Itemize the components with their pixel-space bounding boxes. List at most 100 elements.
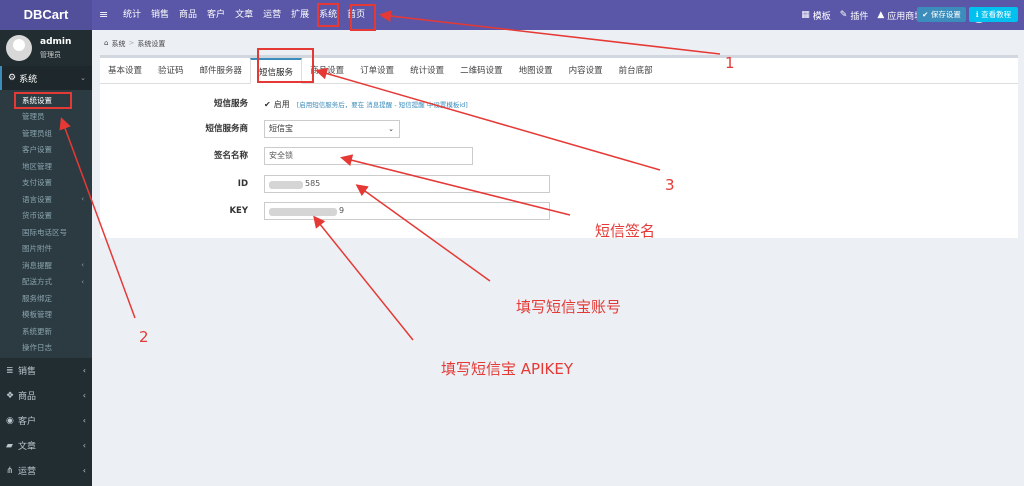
- breadcrumb-separator: >: [128, 39, 135, 47]
- chevron-left-icon: ‹: [82, 466, 86, 475]
- sidebar-subitem[interactable]: 操作日志: [0, 340, 92, 357]
- sidebar-subitem-label: 管理员组: [22, 128, 52, 138]
- plugins-link[interactable]: ✎ 插件: [840, 9, 869, 22]
- sidebar-subitem[interactable]: 系统设置: [0, 92, 92, 109]
- enable-label: 启用: [273, 99, 290, 109]
- id-input[interactable]: 585: [264, 175, 550, 193]
- user-name: admin: [40, 37, 72, 47]
- signature-value: 安全锁: [269, 151, 293, 160]
- sidebar-subitem[interactable]: 地区管理: [0, 158, 92, 175]
- topnav-item-sales[interactable]: 销售: [146, 0, 174, 30]
- provider-select[interactable]: 短信宝 ⌄: [264, 120, 400, 138]
- breadcrumb-home[interactable]: 系统: [111, 39, 125, 49]
- sidebar-subitem[interactable]: 消息提醒 ‹: [0, 257, 92, 274]
- help-button[interactable]: ℹ 查看教程: [969, 7, 1018, 22]
- topnav-item-extensions[interactable]: 扩展: [286, 0, 314, 30]
- sidebar-subitem[interactable]: 语言设置 ‹: [0, 191, 92, 208]
- id-row: ID 585: [100, 175, 1018, 193]
- tab-item[interactable]: 统计设置: [402, 58, 452, 83]
- sidebar-subitem[interactable]: 管理员: [0, 109, 92, 126]
- sidebar-subitem[interactable]: 国际电话区号: [0, 224, 92, 241]
- tab-item[interactable]: 地图设置: [511, 58, 561, 83]
- sidebar-subitem-label: 支付设置: [22, 178, 52, 188]
- sms-enable-checkbox[interactable]: ✔ 启用 [启用短信服务后，要在 消息提醒 - 短信提醒 中设置模板id]: [264, 95, 468, 113]
- provider-row: 短信服务商 短信宝 ⌄: [100, 120, 1018, 138]
- breadcrumb: ⌂ 系统 > 系统设置: [104, 39, 165, 49]
- tab-item[interactable]: 验证码: [150, 58, 192, 83]
- menu-icon: ◉: [6, 415, 14, 426]
- topnav-item-home[interactable]: 首页: [342, 0, 370, 30]
- sidebar-subitem-label: 系统更新: [22, 326, 52, 336]
- signature-input[interactable]: 安全锁: [264, 147, 473, 165]
- id-label: ID: [237, 179, 248, 189]
- sidebar-subitem-label: 图片附件: [22, 244, 52, 254]
- sidebar-subitem[interactable]: 模板管理: [0, 307, 92, 324]
- brand-logo[interactable]: DBCart: [0, 0, 92, 30]
- user-avatar: [6, 35, 32, 61]
- settings-card: 基本设置 验证码 邮件服务器 短信服务 商品设置 订单设置 统计设置 二维码设置 地图设置 内容设…: [100, 48, 1018, 238]
- topnav-item-articles[interactable]: 文章: [230, 0, 258, 30]
- sidebar-item-label: 运营: [18, 467, 37, 477]
- topnav-item-customers[interactable]: 客户: [202, 0, 230, 30]
- chevron-left-icon: ‹: [81, 261, 84, 270]
- sidebar-group-system[interactable]: ⚙ 系统 ⌄: [0, 66, 92, 90]
- template-label: 模板: [812, 11, 831, 22]
- user-role: 管理员: [40, 51, 61, 59]
- sidebar-subitem-label: 配送方式: [22, 277, 52, 287]
- sidebar-item[interactable]: ◉ 客户 ‹: [0, 408, 92, 433]
- sidebar-menu: ≣ 销售 ‹ ❖ 商品 ‹ ◉ 客户 ‹ ▰ 文章 ‹ ⋔ 运营 ‹: [0, 358, 92, 483]
- tab-item[interactable]: 订单设置: [352, 58, 402, 83]
- sidebar: admin 管理员 ⚙ 系统 ⌄ 系统设置 管理员 管理员组 客户设置 地区管理 支付设置…: [0, 30, 92, 486]
- sms-service-label: 短信服务: [213, 99, 248, 109]
- cogs-icon: ⚙: [8, 73, 17, 83]
- sidebar-subitem-label: 管理员: [22, 112, 45, 122]
- sidebar-subitem-label: 地区管理: [22, 161, 52, 171]
- tab-item[interactable]: 二维码设置: [452, 58, 511, 83]
- tab-item[interactable]: 邮件服务器: [192, 58, 251, 83]
- topnav-item-products[interactable]: 商品: [174, 0, 202, 30]
- sidebar-subitem[interactable]: 配送方式 ‹: [0, 274, 92, 291]
- key-input[interactable]: 9: [264, 202, 550, 220]
- check-icon: ✔: [264, 99, 271, 109]
- sidebar-subitem[interactable]: 图片附件: [0, 241, 92, 258]
- annotation-apikey: 填写短信宝 APIKEY: [441, 360, 573, 378]
- sidebar-subitem[interactable]: 货币设置: [0, 208, 92, 225]
- plug-icon: ✎: [839, 10, 848, 20]
- save-button[interactable]: ✔ 保存设置: [917, 7, 966, 22]
- chevron-left-icon: ‹: [81, 277, 84, 286]
- tab-item[interactable]: 前台底部: [611, 58, 661, 83]
- annotation-highlight-subitem: [14, 92, 72, 109]
- sidebar-subitem-label: 货币设置: [22, 211, 52, 221]
- masked-text: [269, 208, 337, 216]
- sidebar-subitem-label: 语言设置: [22, 194, 52, 204]
- annotation-highlight-tab: [257, 48, 314, 83]
- chevron-left-icon: ‹: [82, 416, 86, 425]
- sidebar-subitem-label: 国际电话区号: [22, 227, 67, 237]
- template-link[interactable]: ▦ 模板: [801, 9, 831, 22]
- sidebar-subitem[interactable]: 客户设置: [0, 142, 92, 159]
- annotation-account: 填写短信宝账号: [516, 298, 622, 316]
- sidebar-item[interactable]: ▰ 文章 ‹: [0, 433, 92, 458]
- settings-tabs: 基本设置 验证码 邮件服务器 短信服务 商品设置 订单设置 统计设置 二维码设置 地图设置 内容设…: [100, 58, 1018, 84]
- sidebar-subitem[interactable]: 服务绑定: [0, 290, 92, 307]
- topnav-item-system[interactable]: 系统: [314, 0, 342, 30]
- sidebar-subitem[interactable]: 系统更新: [0, 323, 92, 340]
- breadcrumb-current: 系统设置: [137, 40, 166, 48]
- tab-item[interactable]: 内容设置: [561, 58, 611, 83]
- menu-toggle-icon[interactable]: ≡: [99, 8, 108, 21]
- sidebar-subitem[interactable]: 支付设置: [0, 175, 92, 192]
- content-header: ⌂ 系统 > 系统设置: [92, 30, 1024, 54]
- sidebar-item[interactable]: ≣ 销售 ‹: [0, 358, 92, 383]
- topnav-item-operations[interactable]: 运营: [258, 0, 286, 30]
- signature-label: 签名名称: [213, 151, 248, 161]
- sidebar-subitem-label: 服务绑定: [22, 293, 52, 303]
- sidebar-subitem[interactable]: 管理员组: [0, 125, 92, 142]
- plugins-label: 插件: [850, 11, 869, 22]
- sidebar-item[interactable]: ❖ 商品 ‹: [0, 383, 92, 408]
- sidebar-group-label: 系统: [19, 74, 38, 85]
- sidebar-item[interactable]: ⋔ 运营 ‹: [0, 458, 92, 483]
- annotation-signature: 短信签名: [595, 222, 656, 240]
- chevron-left-icon: ‹: [82, 441, 86, 450]
- tab-item[interactable]: 基本设置: [100, 58, 150, 83]
- topnav-item-stats[interactable]: 统计: [118, 0, 146, 30]
